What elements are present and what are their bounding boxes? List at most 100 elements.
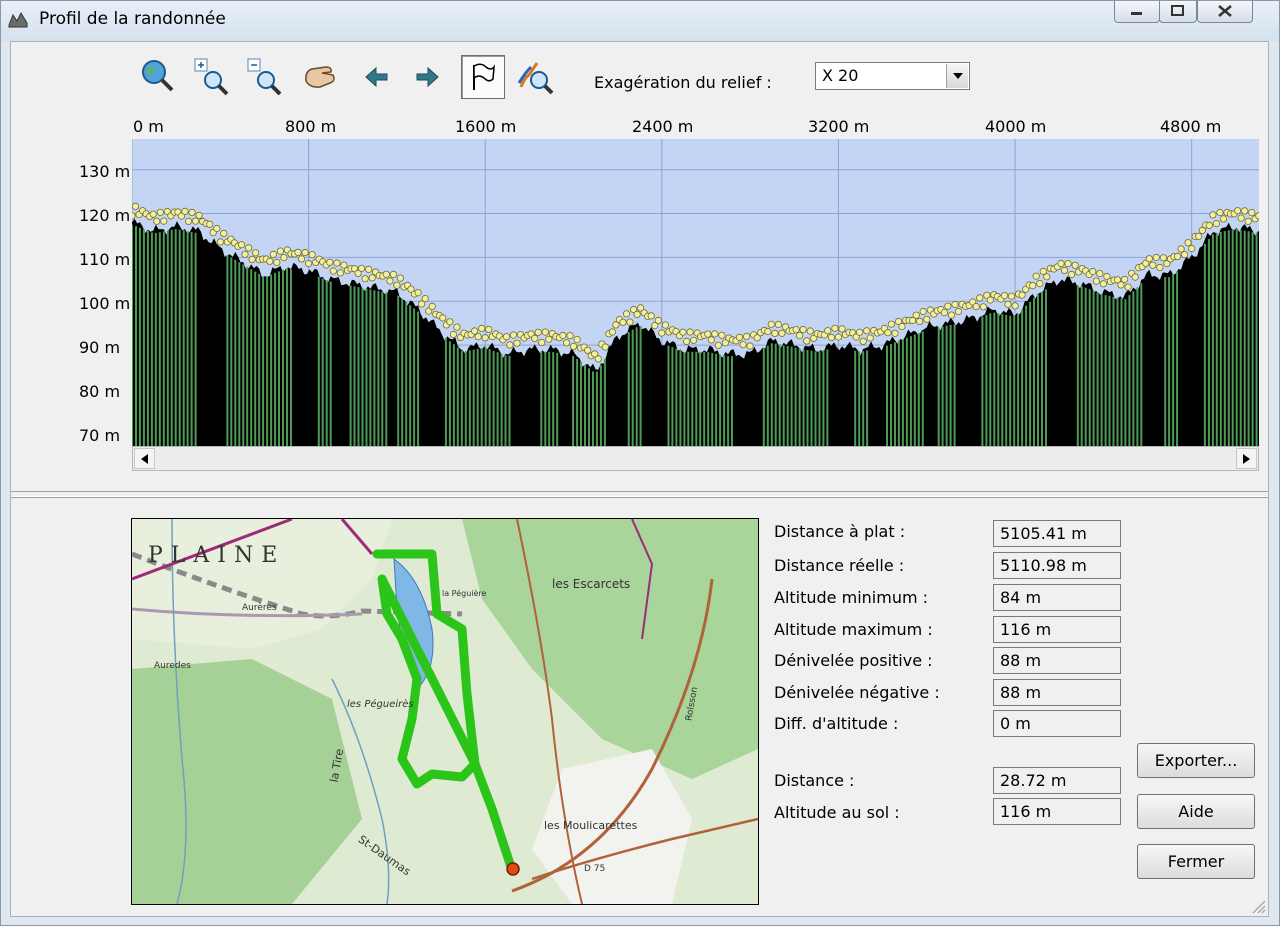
gps-point — [704, 330, 712, 338]
gps-point — [1195, 232, 1203, 240]
gps-point — [689, 336, 698, 344]
gps-point — [1149, 261, 1157, 269]
gps-point — [1064, 260, 1072, 268]
map-label: la Péguière — [442, 589, 487, 598]
gps-point — [1092, 277, 1100, 285]
gps-point — [633, 310, 641, 318]
gps-point — [1209, 211, 1217, 219]
gps-point — [654, 316, 662, 324]
gps-point — [181, 207, 189, 216]
gps-point — [132, 202, 140, 210]
gps-point — [485, 325, 493, 333]
minimize-button[interactable] — [1114, 1, 1160, 23]
gps-point — [1237, 214, 1245, 222]
x-tick-label: 4800 m — [1160, 117, 1222, 136]
cursor-distance-value: 28.72 m — [993, 767, 1121, 794]
gps-point — [976, 294, 984, 302]
gps-point — [594, 355, 602, 363]
gps-point — [336, 269, 344, 277]
gps-point — [795, 332, 804, 340]
gps-point — [252, 249, 260, 257]
gps-point — [887, 320, 896, 328]
gps-point — [478, 324, 486, 332]
gps-point — [1255, 212, 1259, 220]
gps-point — [891, 329, 899, 337]
zoom-all-button[interactable] — [137, 56, 179, 98]
horizontal-scrollbar[interactable] — [132, 446, 1259, 471]
scroll-left-button[interactable] — [134, 448, 155, 469]
gps-point — [771, 329, 779, 337]
gps-point — [149, 210, 157, 218]
gps-point — [1007, 292, 1016, 300]
arrow-right-icon — [416, 66, 439, 88]
gps-point — [506, 341, 514, 349]
exaggeration-value: X 20 — [822, 66, 859, 85]
exaggeration-select[interactable]: X 20 — [815, 62, 970, 90]
gps-point — [156, 208, 164, 216]
forward-button[interactable] — [407, 56, 449, 98]
stat-value: 88 m — [993, 647, 1121, 674]
gps-point — [1057, 259, 1065, 268]
route-map[interactable]: PLAINE Aurères les Escarcets les Pégueir… — [131, 518, 759, 905]
flag-icon — [473, 63, 495, 90]
back-button[interactable] — [355, 56, 397, 98]
gps-point — [449, 330, 457, 339]
gps-point — [191, 217, 200, 225]
gps-point — [531, 334, 539, 342]
zoom-in-button[interactable] — [192, 56, 234, 98]
y-tick-label: 100 m — [79, 294, 131, 313]
zoom-out-button[interactable] — [245, 56, 287, 98]
export-button[interactable]: Exporter... — [1137, 743, 1255, 778]
gps-point — [923, 315, 931, 323]
elevation-profile-chart[interactable] — [132, 139, 1259, 446]
gps-point — [566, 332, 574, 340]
gps-point — [1173, 252, 1182, 261]
gps-point — [1036, 280, 1044, 288]
gps-point — [153, 217, 161, 225]
gps-point — [764, 327, 772, 336]
panel-splitter[interactable] — [11, 491, 1268, 497]
map-label: Aurères — [242, 603, 277, 613]
dropdown-button[interactable] — [946, 64, 968, 88]
help-button[interactable]: Aide — [1137, 794, 1255, 829]
gps-point — [622, 310, 631, 318]
gps-point — [421, 295, 429, 303]
gps-point — [954, 307, 963, 316]
maximize-button[interactable] — [1159, 1, 1197, 23]
stat-label: Altitude minimum : — [774, 588, 929, 607]
gps-point — [601, 343, 609, 351]
x-tick-label: 1600 m — [455, 117, 517, 136]
track-zoom-button[interactable] — [514, 56, 556, 98]
gps-point — [266, 257, 274, 265]
hand-icon — [305, 66, 335, 88]
gps-point — [305, 260, 313, 268]
y-tick-label: 90 m — [79, 338, 121, 357]
gps-point — [707, 336, 715, 344]
gps-point — [562, 339, 571, 347]
scroll-right-button[interactable] — [1236, 448, 1257, 469]
gps-point — [1188, 244, 1196, 253]
exaggeration-label: Exagération du relief : — [594, 73, 772, 92]
map-label: D 75 — [584, 864, 606, 874]
resize-grip-icon[interactable] — [1250, 898, 1266, 914]
gps-point — [1004, 300, 1012, 308]
pan-button[interactable] — [299, 56, 341, 98]
triangle-right-icon — [1242, 453, 1250, 464]
title-bar[interactable]: Profil de la randonnée — [1, 1, 1279, 41]
flag-mode-button[interactable] — [461, 55, 505, 99]
topographic-map — [132, 519, 758, 904]
gps-point — [1120, 275, 1129, 284]
gps-point — [951, 300, 959, 309]
gps-point — [608, 328, 616, 336]
x-tick-label: 3200 m — [808, 117, 870, 136]
arrow-left-icon — [365, 66, 388, 88]
close-window-button[interactable] — [1197, 1, 1253, 23]
stat-value: 88 m — [993, 679, 1121, 706]
close-icon — [1218, 5, 1232, 17]
gps-point — [1156, 263, 1164, 272]
gps-point — [326, 258, 334, 266]
gps-point — [368, 274, 376, 282]
zoom-out-icon — [247, 58, 282, 96]
gps-point — [220, 229, 228, 238]
close-button[interactable]: Fermer — [1137, 844, 1255, 879]
